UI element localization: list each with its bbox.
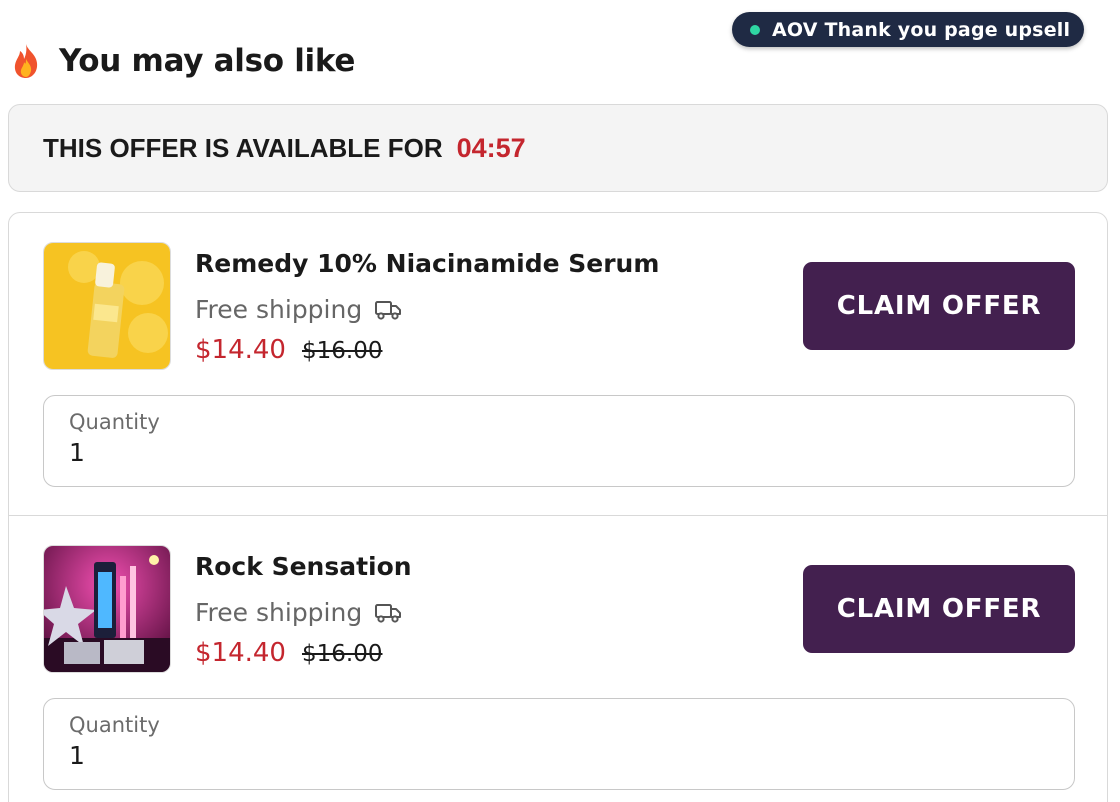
shipping-info: Free shipping bbox=[195, 598, 402, 627]
claim-offer-button[interactable]: CLAIM OFFER bbox=[803, 565, 1075, 653]
product-image-rock-sensation[interactable] bbox=[43, 545, 171, 673]
countdown: 04:57 bbox=[456, 132, 526, 163]
product-name: Rock Sensation bbox=[195, 552, 412, 581]
status-dot bbox=[750, 24, 760, 35]
quantity-value[interactable]: 1 bbox=[69, 438, 1074, 467]
quantity-label: Quantity bbox=[69, 713, 160, 737]
offer-item: Rock Sensation Free shipping $14.40 $16.… bbox=[9, 515, 1107, 802]
fire-icon bbox=[14, 44, 38, 78]
truck-icon bbox=[375, 603, 402, 623]
offer-timer: THIS OFFER IS AVAILABLE FOR 04:57 bbox=[8, 104, 1108, 192]
offer-item: Remedy 10% Niacinamide Serum Free shippi… bbox=[9, 213, 1107, 515]
quantity-value[interactable]: 1 bbox=[69, 741, 1074, 770]
section-title: You may also like bbox=[59, 43, 356, 79]
shipping-label: Free shipping bbox=[195, 598, 363, 627]
section-header: You may also like bbox=[10, 40, 355, 82]
quantity-field[interactable]: Quantity 1 bbox=[43, 395, 1075, 487]
sale-price: $14.40 bbox=[195, 638, 286, 668]
sale-price: $14.40 bbox=[195, 335, 286, 365]
shipping-label: Free shipping bbox=[195, 295, 363, 324]
timer-label: THIS OFFER IS AVAILABLE FOR bbox=[43, 132, 443, 163]
badge-label: AOV Thank you page upsell bbox=[772, 18, 1071, 41]
price-group: $14.40 $16.00 bbox=[195, 638, 382, 668]
compare-price: $16.00 bbox=[301, 338, 383, 364]
quantity-label: Quantity bbox=[69, 410, 160, 434]
app-badge[interactable]: AOV Thank you page upsell bbox=[732, 12, 1084, 47]
product-image-serum[interactable] bbox=[43, 242, 171, 370]
claim-offer-button[interactable]: CLAIM OFFER bbox=[803, 262, 1075, 350]
shipping-info: Free shipping bbox=[195, 295, 402, 324]
compare-price: $16.00 bbox=[301, 641, 383, 667]
product-name: Remedy 10% Niacinamide Serum bbox=[195, 249, 660, 278]
offer-list: Remedy 10% Niacinamide Serum Free shippi… bbox=[8, 212, 1108, 802]
truck-icon bbox=[375, 300, 402, 320]
quantity-field[interactable]: Quantity 1 bbox=[43, 698, 1075, 790]
price-group: $14.40 $16.00 bbox=[195, 335, 382, 365]
